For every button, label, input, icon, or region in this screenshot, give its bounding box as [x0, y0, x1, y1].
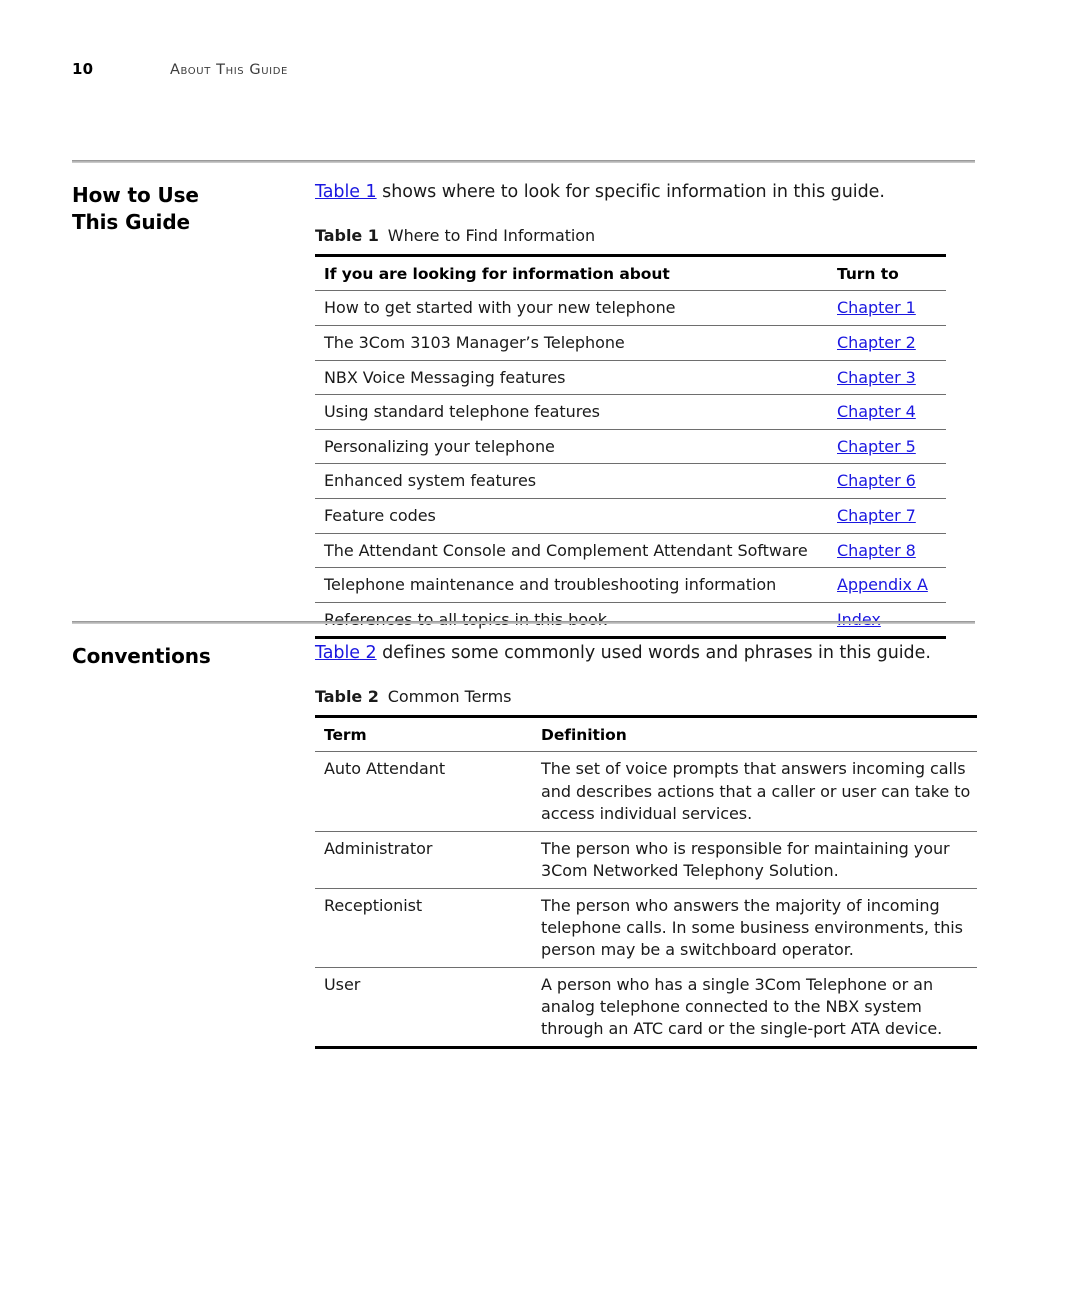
cell-description: Feature codes [315, 498, 827, 534]
intro-paragraph-table1: Table 1 shows where to look for specific… [315, 181, 976, 204]
cell-turn-to: Appendix A [827, 567, 946, 603]
cell-definition: A person who has a single 3Com Telephone… [532, 967, 977, 1048]
cell-description: Using standard telephone features [315, 394, 827, 430]
table-row: The 3Com 3103 Manager’s Telephone Chapte… [315, 325, 946, 361]
table-row: User A person who has a single 3Com Tele… [315, 967, 977, 1048]
table-2-crossref-link[interactable]: Table 2 [315, 643, 377, 663]
table-2-caption: Table 2 Common Terms [315, 687, 976, 706]
cell-definition: The person who is responsible for mainta… [532, 830, 977, 889]
cell-turn-to: Chapter 7 [827, 498, 946, 534]
cell-term: Administrator [315, 830, 532, 889]
chapter-link[interactable]: Chapter 6 [837, 471, 916, 490]
chapter-link[interactable]: Chapter 7 [837, 506, 916, 525]
section-divider-rule [72, 621, 975, 624]
chapter-link[interactable]: Chapter 1 [837, 298, 916, 317]
table-header-row: Term Definition [315, 717, 977, 752]
cell-turn-to: Chapter 6 [827, 463, 946, 499]
table-row: Enhanced system features Chapter 6 [315, 463, 946, 499]
page-number: 10 [72, 60, 94, 78]
cell-description: Enhanced system features [315, 463, 827, 499]
cell-term: Auto Attendant [315, 751, 532, 832]
table-header-row: If you are looking for information about… [315, 256, 946, 291]
cell-description: The 3Com 3103 Manager’s Telephone [315, 325, 827, 361]
cell-description: The Attendant Console and Complement Att… [315, 532, 827, 568]
table-row: Auto Attendant The set of voice prompts … [315, 751, 977, 832]
cell-description: NBX Voice Messaging features [315, 359, 827, 395]
cell-term: User [315, 967, 532, 1048]
table-2-caption-text: Common Terms [387, 687, 512, 707]
cell-turn-to: Chapter 8 [827, 532, 946, 568]
intro-paragraph-table2-text: defines some commonly used words and phr… [376, 643, 931, 663]
column-header-turn-to: Turn to [837, 265, 899, 284]
section-heading-how-to-use: How to Use This Guide [72, 181, 315, 235]
table-1-caption: Table 1 Where to Find Information [315, 226, 976, 245]
cell-definition: The set of voice prompts that answers in… [532, 751, 977, 832]
table-1-caption-label: Table 1 [315, 226, 379, 246]
table-row: How to get started with your new telepho… [315, 290, 946, 326]
table-row: Administrator The person who is responsi… [315, 830, 977, 889]
cell-definition: The person who answers the majority of i… [532, 887, 977, 968]
section-heading-line-2: This Guide [72, 209, 190, 234]
intro-paragraph-table1-text: shows where to look for specific informa… [376, 182, 885, 202]
cell-turn-to: Chapter 1 [827, 290, 946, 326]
cell-turn-to: Chapter 5 [827, 428, 946, 464]
table-row: Telephone maintenance and troubleshootin… [315, 567, 946, 603]
table-1-caption-text: Where to Find Information [387, 226, 596, 246]
section-heading-line-1: How to Use [72, 183, 199, 207]
chapter-link[interactable]: Chapter 2 [837, 333, 916, 352]
section-divider-rule [72, 160, 975, 163]
running-head: About This Guide [170, 62, 288, 78]
section-heading-conventions: Conventions [72, 644, 211, 668]
cell-turn-to: Chapter 2 [827, 325, 946, 361]
page-header: 10 About This Guide [72, 60, 976, 86]
table-row: Receptionist The person who answers the … [315, 887, 977, 968]
cell-description: Personalizing your telephone [315, 428, 827, 464]
table-row: The Attendant Console and Complement Att… [315, 532, 946, 568]
cell-turn-to: Chapter 4 [827, 394, 946, 430]
column-header-description: If you are looking for information about [324, 265, 670, 284]
chapter-link[interactable]: Chapter 4 [837, 402, 916, 421]
chapter-link[interactable]: Chapter 3 [837, 368, 916, 387]
intro-paragraph-table2: Table 2 defines some commonly used words… [315, 642, 976, 665]
section-conventions: Conventions Table 2 defines some commonl… [72, 621, 977, 1050]
cell-description: How to get started with your new telepho… [315, 290, 827, 326]
table-row: Using standard telephone features Chapte… [315, 394, 946, 430]
table-row: Personalizing your telephone Chapter 5 [315, 428, 946, 464]
cell-description: Telephone maintenance and troubleshootin… [315, 567, 827, 603]
table-row: Feature codes Chapter 7 [315, 498, 946, 534]
cell-term: Receptionist [315, 887, 532, 968]
cell-turn-to: Chapter 3 [827, 359, 946, 395]
column-header-definition: Definition [541, 726, 627, 745]
table-row: NBX Voice Messaging features Chapter 3 [315, 359, 946, 395]
chapter-link[interactable]: Chapter 8 [837, 541, 916, 560]
table-common-terms: Term Definition Auto Attendant The set o… [315, 715, 977, 1050]
table-where-to-find-information: If you are looking for information about… [315, 254, 946, 640]
section-how-to-use-this-guide: How to Use This Guide Table 1 shows wher… [72, 160, 976, 640]
table-2-caption-label: Table 2 [315, 687, 379, 707]
chapter-link[interactable]: Chapter 5 [837, 437, 916, 456]
table-1-crossref-link[interactable]: Table 1 [315, 182, 377, 202]
column-header-term: Term [324, 726, 367, 745]
appendix-link[interactable]: Appendix A [837, 575, 928, 594]
